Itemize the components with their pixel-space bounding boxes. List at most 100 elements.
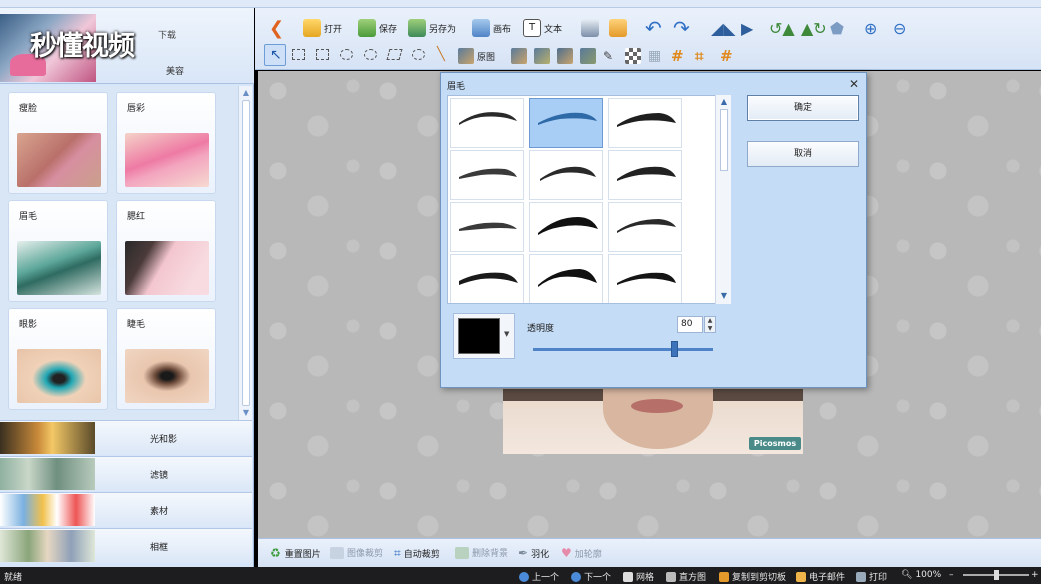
eyebrow-style-option[interactable] [450,98,524,148]
prev-button[interactable]: 上一个 [519,570,559,583]
chevron-down-icon[interactable]: ▼ [504,330,509,338]
grid-tool-button[interactable]: ▦ [648,44,661,68]
eyebrow-style-option[interactable] [529,98,603,148]
eyebrow-style-option[interactable] [450,254,524,303]
grid-tool-icon: ▦ [648,48,662,64]
open-button[interactable]: 打开 [303,16,342,40]
eyebrow-style-option[interactable] [608,150,682,200]
eyebrow-style-option[interactable] [529,150,603,200]
effect4-button[interactable] [580,44,599,68]
canvas-button[interactable]: 画布 [472,16,511,40]
zoom-in-small-button[interactable]: + [1031,570,1039,580]
save-button[interactable]: 保存 [358,16,397,40]
scroll-down-icon[interactable]: ▼ [719,291,729,300]
flip-horizontal-button[interactable]: ◢◣ [711,16,736,40]
text-button[interactable]: T 文本 [523,16,562,40]
scroll-thumb[interactable] [720,109,728,171]
reset-image-button[interactable]: ♻ 重置图片 [270,546,321,560]
zoom-out-button[interactable]: ⊖ [893,16,906,40]
brush-button[interactable]: ✎ [603,44,613,68]
ok-button[interactable]: 确定 [747,95,859,121]
rect-select-button[interactable] [288,44,310,66]
freehand-select-button[interactable] [408,44,430,66]
flip-vertical-button[interactable]: ▶ [741,16,753,40]
eyebrow-style-option[interactable] [450,150,524,200]
eyebrow-style-option[interactable] [608,98,682,148]
original-image-button[interactable]: 原图 [458,44,495,68]
left-panel-scrollbar[interactable]: ▲ ▼ [238,86,252,420]
frame2-button[interactable]: ⌗ [695,44,703,68]
tool-card-slim-face[interactable]: 瘦脸 [8,92,108,194]
eyebrow-style-option[interactable] [608,202,682,252]
mosaic-button[interactable] [625,44,644,68]
frame3-button[interactable]: # [720,44,733,68]
effect2-button[interactable] [534,44,553,68]
scroll-up-icon[interactable]: ▲ [241,88,251,98]
feather-button[interactable]: ✒ 羽化 [518,546,549,560]
tool-card-lipstick[interactable]: 唇彩 [116,92,216,194]
scroll-thumb[interactable] [242,100,250,406]
close-icon[interactable]: ✕ [846,76,862,92]
back-button[interactable]: ❮ [269,16,284,40]
category-filter[interactable]: 滤镜 [0,456,252,491]
tool-card-eyelash[interactable]: 睫毛 [116,308,216,410]
category-material[interactable]: 素材 [0,492,252,527]
undo-button[interactable]: ↶ [645,16,662,40]
redo-button[interactable]: ↷ [673,16,690,40]
eyebrow-style-option[interactable] [529,254,603,303]
eyebrow-shape-icon [538,269,597,287]
email-button[interactable] [609,16,630,40]
opacity-input[interactable]: 80 [677,316,703,333]
copy-clipboard-button[interactable]: 复制到剪切板 [719,570,786,583]
scroll-up-icon[interactable]: ▲ [719,97,729,106]
eyebrow-style-option[interactable] [450,202,524,252]
opacity-spinner[interactable]: ▲ ▼ [704,316,716,333]
next-button[interactable]: 下一个 [571,570,611,583]
cancel-button[interactable]: 取消 [747,141,859,167]
beauty-category-label[interactable]: 美容 [150,64,200,77]
category-light-shadow[interactable]: 光和影 [0,420,252,455]
polygon-select-button[interactable] [384,44,406,66]
zoom-in-button[interactable]: ⊕ [864,16,877,40]
rotate-right-button[interactable]: ▲↻ [801,16,827,40]
remove-bg-icon [455,546,469,559]
opacity-slider-track[interactable] [533,348,713,351]
save-as-button[interactable]: 另存为 [408,16,456,40]
eyebrow-style-option[interactable] [608,254,682,303]
grid-button[interactable]: 网格 [623,570,654,583]
eyebrow-grid-scrollbar[interactable]: ▲ ▼ [715,95,731,304]
pointer-tool-button[interactable]: ↖ [264,44,286,66]
rotate-left-button[interactable]: ↺▲ [769,16,795,40]
zoom-slider-thumb[interactable] [994,570,999,580]
tool-card-eyeshadow[interactable]: 眼影 [8,308,108,410]
lasso-select-button[interactable] [360,44,382,66]
mosaic-icon [625,48,641,64]
rect-select2-button[interactable] [312,44,334,66]
magnifier-icon: 🔍︎ [901,570,913,580]
add-shape-button[interactable]: ♥ 加轮廓 [561,546,602,560]
remove-background-button[interactable]: 删除背景 [455,546,508,559]
watermark-logo: 秒懂视频 [30,31,135,62]
magic-wand-button[interactable]: ╲ [432,44,454,66]
opacity-slider-thumb[interactable] [670,341,678,357]
effect3-button[interactable] [557,44,576,68]
scroll-down-icon[interactable]: ▼ [241,408,251,418]
print-status-button[interactable]: 打印 [856,570,887,583]
zoom-out-small-button[interactable]: – [949,570,954,580]
category-frame[interactable]: 相框 [0,528,252,563]
ellipse-select-button[interactable] [336,44,358,66]
download-label[interactable]: 下载 [158,28,176,41]
resize-button[interactable]: ⬟ [830,16,844,40]
eyebrow-style-option[interactable] [529,202,603,252]
email-status-button[interactable]: 电子邮件 [796,570,845,583]
color-picker[interactable]: ▼ [453,313,515,359]
print-button[interactable] [581,16,602,40]
image-crop-button[interactable]: 图像裁剪 [330,546,383,559]
histogram-button[interactable]: 直方图 [666,570,706,583]
tool-card-blush[interactable]: 腮红 [116,200,216,302]
tool-card-eyebrow[interactable]: 眉毛 [8,200,108,302]
effect1-button[interactable] [511,44,530,68]
eyebrow-style-grid [447,95,731,304]
auto-crop-button[interactable]: ⌗ 自动裁剪 [394,546,440,561]
frame1-button[interactable]: # [671,44,684,68]
